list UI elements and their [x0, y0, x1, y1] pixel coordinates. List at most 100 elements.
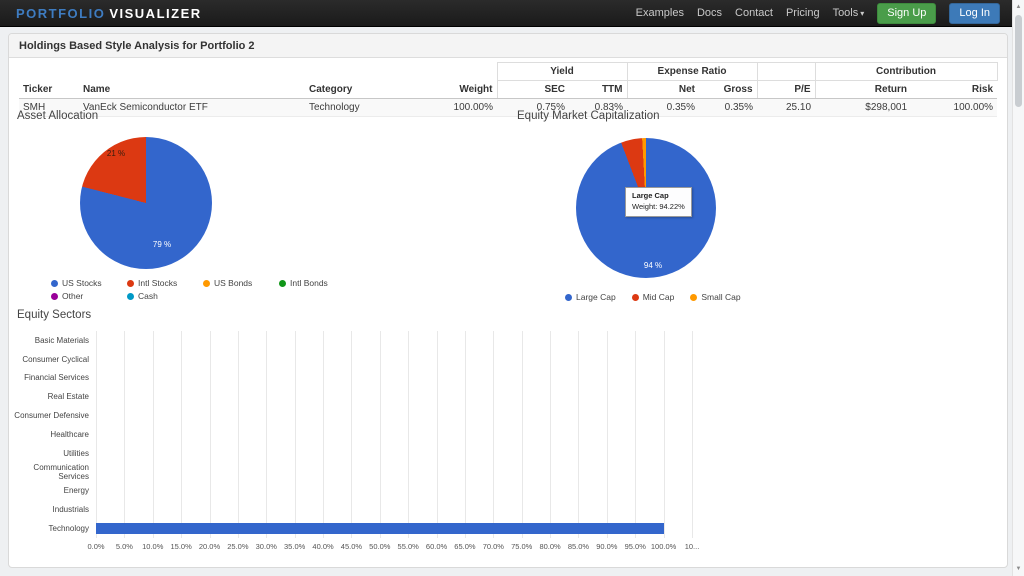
legend-label: US Stocks	[62, 278, 102, 288]
group-header: Yield	[497, 63, 627, 81]
category-label: Real Estate	[11, 392, 96, 401]
nav-link-docs[interactable]: Docs	[697, 7, 722, 19]
legend-dot-icon	[690, 294, 697, 301]
bar-track	[96, 369, 692, 388]
column-header: Name	[79, 81, 305, 99]
x-tick-label: 20.0%	[199, 542, 220, 551]
column-header: P/E	[757, 81, 815, 99]
bar-track	[96, 444, 692, 463]
column-header: Weight	[423, 81, 497, 99]
table-row: SMHVanEck Semiconductor ETFTechnology100…	[19, 99, 997, 117]
legend-item: Large Cap	[565, 292, 616, 302]
x-tick-label: 55.0%	[398, 542, 419, 551]
nav-menu-tools[interactable]: Tools▾	[833, 7, 865, 19]
legend-label: Intl Bonds	[290, 278, 328, 288]
group-header-empty	[757, 63, 815, 81]
bar-track	[96, 519, 692, 538]
nav-right: Examples Docs Contact Pricing Tools▾ Sig…	[636, 3, 1000, 24]
x-tick-label: 80.0%	[539, 542, 560, 551]
asset-allocation-pie[interactable]	[80, 137, 212, 269]
column-header: Return	[815, 81, 911, 99]
bar-row: Industrials	[11, 500, 692, 519]
legend-dot-icon	[127, 293, 134, 300]
asset-allocation-title: Asset Allocation	[17, 110, 98, 122]
bar-row: Basic Materials	[11, 331, 692, 350]
legend-item: Other	[51, 291, 127, 301]
x-tick-label: 30.0%	[256, 542, 277, 551]
bar-row: Financial Services	[11, 369, 692, 388]
bar-row: Communication Services	[11, 463, 692, 482]
bar-row: Utilities	[11, 444, 692, 463]
category-label: Basic Materials	[11, 336, 96, 345]
column-header: Ticker	[19, 81, 79, 99]
legend-label: Other	[62, 291, 83, 301]
scroll-up-icon[interactable]: ▲	[1013, 1, 1024, 13]
legend-dot-icon	[51, 293, 58, 300]
asset-allocation-legend: US StocksIntl StocksUS BondsIntl BondsOt…	[51, 278, 363, 304]
column-header: Gross	[699, 81, 757, 99]
column-header: TTM	[569, 81, 627, 99]
category-label: Utilities	[11, 449, 96, 458]
pie-slice-label-us-stocks: 79 %	[147, 240, 177, 249]
x-tick-label: 15.0%	[171, 542, 192, 551]
bar-track	[96, 425, 692, 444]
legend-label: Cash	[138, 291, 158, 301]
bar-track	[96, 350, 692, 369]
x-tick-label: 35.0%	[284, 542, 305, 551]
brand-part2: VISUALIZER	[109, 6, 201, 21]
x-tick-label: 40.0%	[312, 542, 333, 551]
vertical-scrollbar[interactable]: ▲ ▼	[1012, 0, 1024, 576]
bar-technology[interactable]	[96, 523, 664, 534]
nav-link-examples[interactable]: Examples	[636, 7, 684, 19]
nav-link-pricing[interactable]: Pricing	[786, 7, 820, 19]
brand-logo[interactable]: PORTFOLIO VISUALIZER	[16, 6, 202, 21]
bar-row: Technology	[11, 519, 692, 538]
bar-track	[96, 481, 692, 500]
scrollbar-thumb[interactable]	[1015, 15, 1022, 107]
legend-label: Intl Stocks	[138, 278, 177, 288]
holdings-table: YieldExpense RatioContributionTickerName…	[19, 62, 998, 117]
tooltip-text: Weight: 94.22%	[632, 202, 685, 213]
legend-item: Intl Bonds	[279, 278, 355, 288]
chart-tooltip: Large Cap Weight: 94.22%	[625, 187, 692, 217]
gridline	[692, 331, 693, 538]
x-tick-label: 95.0%	[625, 542, 646, 551]
bar-track	[96, 463, 692, 482]
bar-row: Healthcare	[11, 425, 692, 444]
caret-down-icon: ▾	[860, 9, 864, 18]
legend-label: Mid Cap	[643, 292, 675, 302]
analysis-panel: Holdings Based Style Analysis for Portfo…	[8, 33, 1008, 568]
bar-track	[96, 331, 692, 350]
category-label: Energy	[11, 486, 96, 495]
navbar: PORTFOLIO VISUALIZER Examples Docs Contac…	[0, 0, 1012, 27]
legend-item: Intl Stocks	[127, 278, 203, 288]
brand-part1: PORTFOLIO	[16, 6, 105, 21]
column-header: Category	[305, 81, 423, 99]
x-tick-label: 25.0%	[227, 542, 248, 551]
group-header-empty	[19, 63, 497, 81]
scroll-down-icon[interactable]: ▼	[1013, 563, 1024, 575]
category-label: Financial Services	[11, 373, 96, 382]
market-cap-title: Equity Market Capitalization	[517, 110, 660, 122]
x-tick-label: 65.0%	[454, 542, 475, 551]
x-tick-label: 60.0%	[426, 542, 447, 551]
bar-track	[96, 387, 692, 406]
legend-dot-icon	[279, 280, 286, 287]
x-tick-label: 10...	[685, 542, 700, 551]
login-button[interactable]: Log In	[949, 3, 1000, 24]
nav-link-contact[interactable]: Contact	[735, 7, 773, 19]
page-title: Holdings Based Style Analysis for Portfo…	[19, 40, 255, 52]
legend-item: Mid Cap	[632, 292, 675, 302]
legend-label: Small Cap	[701, 292, 740, 302]
bar-track	[96, 500, 692, 519]
market-cap-legend: Large Cap Mid Cap Small Cap	[565, 292, 825, 302]
group-header: Expense Ratio	[627, 63, 757, 81]
x-tick-label: 50.0%	[369, 542, 390, 551]
legend-label: Large Cap	[576, 292, 616, 302]
legend-item: Cash	[127, 291, 203, 301]
signup-button[interactable]: Sign Up	[877, 3, 936, 24]
column-header: SEC	[497, 81, 569, 99]
bar-row: Real Estate	[11, 387, 692, 406]
x-tick-label: 45.0%	[341, 542, 362, 551]
x-tick-label: 75.0%	[511, 542, 532, 551]
